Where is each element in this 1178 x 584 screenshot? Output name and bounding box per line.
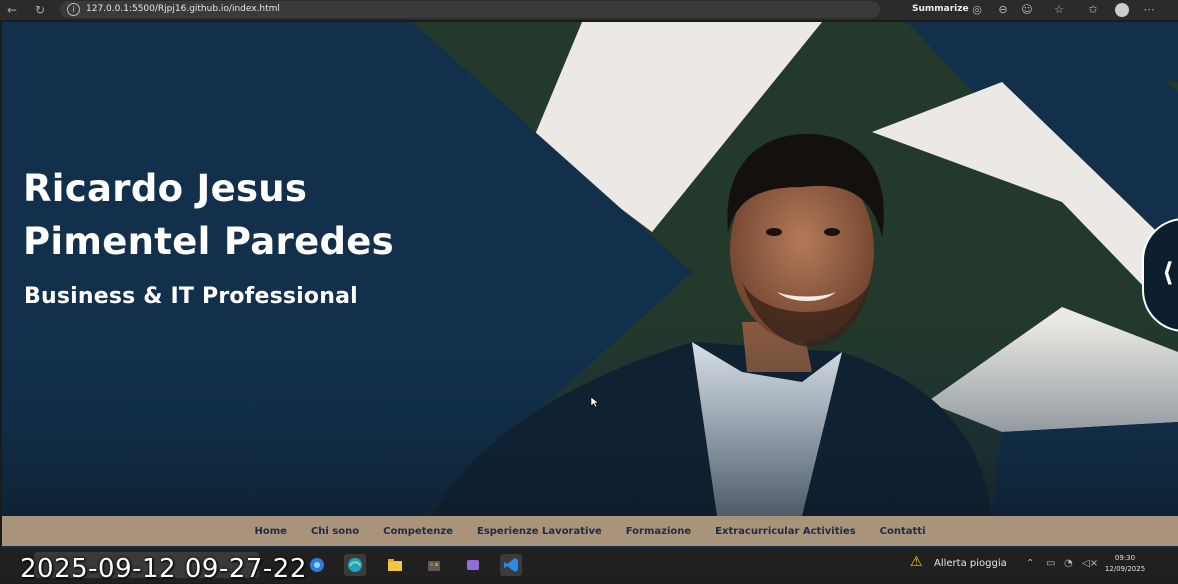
- clock-date: 12/09/2025: [1104, 565, 1146, 573]
- main-navbar: Home Chi sono Competenze Esperienze Lavo…: [2, 516, 1178, 546]
- clock-time: 09:30: [1114, 554, 1136, 562]
- nav-contatti[interactable]: Contatti: [868, 526, 938, 537]
- recording-timestamp: 2025-09-12 09-27-22: [20, 554, 307, 584]
- nav-extracurricular-activities[interactable]: Extracurricular Activities: [703, 526, 867, 537]
- emoji-icon[interactable]: ☺: [1020, 3, 1034, 17]
- nav-home[interactable]: Home: [242, 526, 298, 537]
- app-icon[interactable]: [462, 554, 484, 576]
- system-clock[interactable]: 09:30 12/09/2025: [1100, 553, 1150, 575]
- hero-section: Ricardo Jesus Pimentel Paredes Business …: [2, 22, 1178, 516]
- hero-title: Ricardo Jesus Pimentel Paredes: [23, 167, 394, 263]
- code-brackets-icon: ⟨: [1162, 258, 1174, 288]
- mouse-cursor-icon: [590, 396, 600, 408]
- favorites-bar-icon[interactable]: ✩: [1086, 3, 1100, 17]
- file-explorer-icon[interactable]: [384, 554, 406, 576]
- nav-competenze[interactable]: Competenze: [371, 526, 465, 537]
- store-icon[interactable]: [423, 554, 445, 576]
- more-menu-icon[interactable]: ⋯: [1142, 3, 1156, 17]
- zoom-icon[interactable]: ⊖: [996, 3, 1010, 17]
- profile-avatar[interactable]: [1115, 3, 1129, 17]
- hero-subtitle: Business & IT Professional: [24, 284, 358, 309]
- chevron-up-icon[interactable]: ⌃: [1026, 558, 1034, 569]
- copilot-icon[interactable]: [306, 554, 328, 576]
- network-icon[interactable]: ▭: [1046, 558, 1055, 569]
- edge-browser-icon[interactable]: [344, 554, 366, 576]
- hero-background: [2, 22, 1178, 516]
- favorite-star-icon[interactable]: ☆: [1052, 3, 1066, 17]
- url-text: 127.0.0.1:5500/Rjpj16.github.io/index.ht…: [86, 4, 280, 14]
- nav-esperienze-lavorative[interactable]: Esperienze Lavorative: [465, 526, 614, 537]
- wifi-icon[interactable]: ◔: [1064, 558, 1073, 569]
- info-icon[interactable]: i: [67, 3, 80, 16]
- page-viewport: Ricardo Jesus Pimentel Paredes Business …: [2, 22, 1178, 548]
- nav-chi-sono[interactable]: Chi sono: [299, 526, 371, 537]
- vscode-icon[interactable]: [500, 554, 522, 576]
- read-aloud-icon[interactable]: ◎: [970, 3, 984, 17]
- browser-toolbar: ← ↻ i 127.0.0.1:5500/Rjpj16.github.io/in…: [0, 0, 1178, 20]
- address-bar[interactable]: i 127.0.0.1:5500/Rjpj16.github.io/index.…: [60, 1, 880, 18]
- summarize-button[interactable]: Summarize: [912, 4, 969, 14]
- back-arrow-icon[interactable]: ←: [4, 2, 20, 18]
- nav-formazione[interactable]: Formazione: [614, 526, 703, 537]
- volume-icon[interactable]: ◁×: [1082, 558, 1098, 569]
- warning-icon: ⚠: [910, 554, 923, 570]
- reload-icon[interactable]: ↻: [32, 2, 48, 18]
